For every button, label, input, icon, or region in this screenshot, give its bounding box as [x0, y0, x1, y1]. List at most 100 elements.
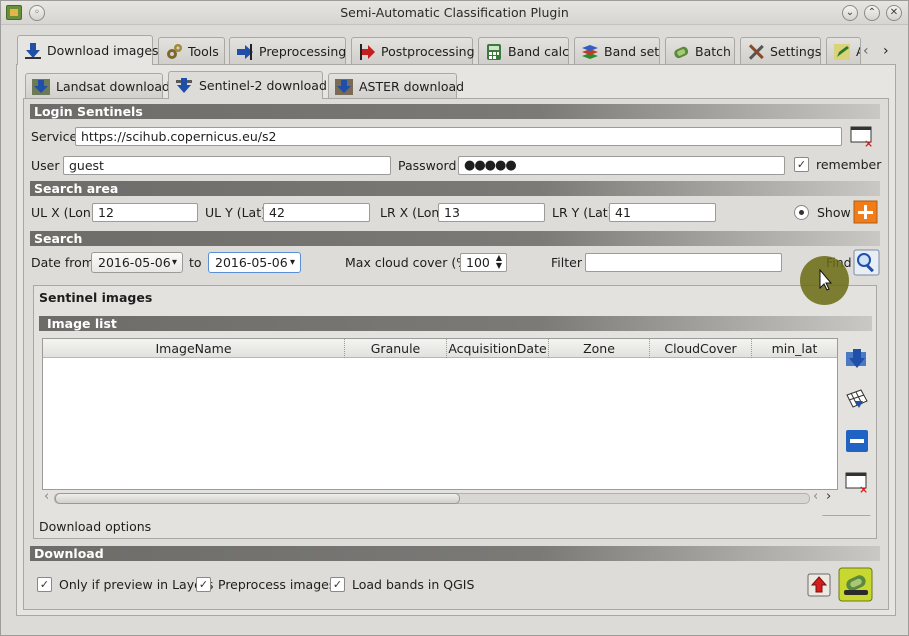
load-bands-checkbox[interactable]: ✓	[330, 577, 345, 592]
tab-postprocessing[interactable]: Postprocessing	[351, 37, 475, 65]
calculator-icon	[485, 43, 503, 61]
tab-batch[interactable]: Batch	[665, 37, 735, 65]
column-header-zone[interactable]: Zone	[549, 339, 650, 358]
remember-checkbox[interactable]: ✓	[794, 157, 809, 172]
login-section-header: Login Sentinels	[30, 104, 880, 119]
service-input[interactable]: https://scihub.copernicus.eu/s2	[75, 127, 842, 146]
magnifier-icon	[853, 249, 880, 276]
user-label: User	[31, 158, 60, 173]
clear-table-button[interactable]: ×	[844, 469, 870, 496]
remove-row-button[interactable]	[844, 428, 870, 454]
layers-stack-icon	[581, 43, 599, 61]
user-input[interactable]: guest	[63, 156, 391, 175]
tab-label: Band calc	[508, 44, 569, 59]
tab-tools[interactable]: Tools	[158, 37, 225, 65]
date-to-value: 2016-05-06	[215, 255, 288, 270]
tab-label: Tools	[188, 44, 219, 59]
lr-y-label: LR Y (Lat)	[552, 205, 613, 220]
run-download-button[interactable]	[838, 567, 873, 602]
scrollbar-thumb[interactable]	[55, 493, 460, 504]
column-header-min-lat[interactable]: min_lat	[752, 339, 837, 358]
sentinel-download-icon	[175, 77, 193, 95]
lr-y-input[interactable]: 41	[609, 203, 716, 222]
image-list-label: Image list	[47, 316, 117, 331]
show-area-button[interactable]	[853, 200, 878, 224]
ul-x-label: UL X (Lon)	[31, 205, 96, 220]
export-links-button[interactable]	[807, 573, 831, 597]
tab-band-set[interactable]: Band set	[574, 37, 660, 65]
chevron-down-icon: ▾	[171, 257, 177, 268]
ul-x-input[interactable]: 12	[92, 203, 198, 222]
download-arrow-icon	[24, 42, 42, 60]
tab-download-images[interactable]: Download images	[17, 35, 159, 65]
close-button[interactable]: ✕	[886, 5, 902, 21]
only-preview-label: Only if preview in Layers	[59, 577, 214, 592]
date-from-select[interactable]: 2016-05-06 ▾	[91, 252, 183, 273]
tab-label: Landsat download	[56, 79, 170, 94]
preprocess-checkbox[interactable]: ✓	[196, 577, 211, 592]
sentinel-images-title: Sentinel images	[39, 290, 153, 305]
column-header-imagename[interactable]: ImageName	[43, 339, 345, 358]
lr-x-input[interactable]: 13	[438, 203, 545, 222]
only-preview-checkbox[interactable]: ✓	[37, 577, 52, 592]
chevron-down-icon: ▾	[289, 257, 295, 268]
display-preview-button[interactable]	[844, 387, 870, 413]
scroll-right-icon[interactable]: ›	[826, 489, 831, 504]
gears-icon	[165, 43, 183, 61]
tab-label: Preprocessing	[259, 44, 347, 59]
landsat-download-icon	[32, 78, 50, 96]
search-section-header: Search	[30, 231, 880, 246]
download-preview-button[interactable]	[844, 346, 870, 372]
load-bands-label: Load bands in QGIS	[352, 577, 475, 592]
date-to-select[interactable]: 2016-05-06 ▾	[208, 252, 301, 273]
show-label: Show	[817, 205, 851, 220]
cursor-highlight	[800, 256, 849, 305]
tab-label: ASTER download	[359, 79, 465, 94]
spin-arrows-icon: ▲ ▼	[495, 253, 502, 270]
max-cloud-spinbox[interactable]: 100 ▲ ▼	[460, 253, 507, 272]
column-header-acquisitiondate[interactable]: AcquisitionDate	[447, 339, 549, 358]
tab-landsat-download[interactable]: Landsat download	[25, 73, 170, 99]
ul-y-input[interactable]: 42	[263, 203, 370, 222]
password-input[interactable]: ●●●●●	[458, 156, 785, 175]
preprocess-arrow-icon	[236, 43, 254, 61]
tab-settings[interactable]: Settings	[740, 37, 821, 65]
image-list-table[interactable]: ImageName Granule AcquisitionDate Zone C…	[42, 338, 838, 490]
tab-label: Postprocessing	[381, 44, 475, 59]
search-area-section-header: Search area	[30, 181, 880, 196]
title-bar: ◦ Semi-Automatic Classification Plugin ⌄…	[1, 1, 908, 25]
filter-input[interactable]	[585, 253, 782, 272]
tab-overflow[interactable]: A	[826, 37, 861, 65]
column-header-cloudcover[interactable]: CloudCover	[650, 339, 752, 358]
tab-sentinel-2-download[interactable]: Sentinel-2 download	[168, 71, 327, 99]
tab-label: A	[856, 44, 860, 59]
minus-icon	[846, 430, 868, 452]
aster-download-icon	[335, 78, 353, 96]
show-radio[interactable]	[794, 205, 809, 220]
tab-aster-download[interactable]: ASTER download	[328, 73, 464, 99]
find-button[interactable]	[853, 249, 880, 276]
download-options-label[interactable]: Download options	[39, 519, 151, 534]
tabs-scroll-left-button[interactable]: ‹	[863, 43, 869, 59]
scroll-left-end-icon[interactable]: ‹	[813, 489, 818, 504]
pointer-cursor-icon	[819, 268, 833, 291]
horizontal-scrollbar[interactable]: ‹ ‹ ›	[42, 489, 838, 505]
tab-label: Batch	[695, 44, 731, 59]
tab-preprocessing[interactable]: Preprocessing	[229, 37, 346, 65]
column-header-granule[interactable]: Granule	[345, 339, 447, 358]
max-cloud-label: Max cloud cover (%)	[345, 255, 473, 270]
remember-label: remember	[816, 157, 882, 172]
to-label: to	[189, 255, 202, 270]
tab-band-calc[interactable]: Band calc	[478, 37, 569, 65]
tabs-scroll-right-button[interactable]: ›	[883, 43, 889, 59]
postprocess-arrow-icon	[358, 43, 376, 61]
scroll-left-icon[interactable]: ‹	[44, 489, 49, 504]
download-preview-icon	[846, 349, 866, 368]
scrollbar-track[interactable]	[54, 493, 810, 504]
maximize-button[interactable]: ⌃	[864, 5, 880, 21]
reset-icon: ×	[850, 126, 873, 150]
tab-label: Download images	[47, 43, 159, 58]
plus-icon	[853, 200, 878, 224]
minimize-button[interactable]: ⌄	[842, 5, 858, 21]
reset-service-button[interactable]: ×	[849, 123, 875, 150]
